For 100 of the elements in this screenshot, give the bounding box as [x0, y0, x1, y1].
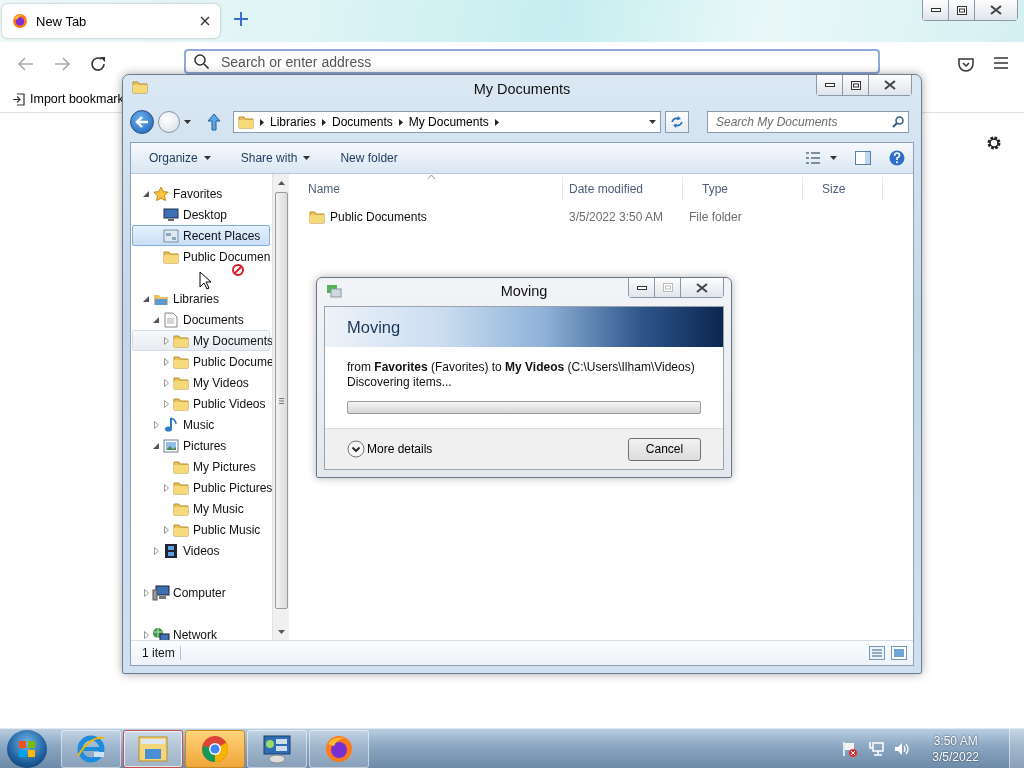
- maximize-button[interactable]: [843, 75, 869, 95]
- close-icon[interactable]: [200, 16, 210, 26]
- tree-item[interactable]: My Documents: [132, 330, 270, 351]
- close-button[interactable]: [869, 75, 911, 95]
- menu-icon[interactable]: [994, 56, 1008, 69]
- up-button[interactable]: [207, 113, 221, 131]
- column-header[interactable]: Date modified: [563, 177, 683, 201]
- tree-item[interactable]: Music: [132, 414, 270, 435]
- scroll-down-icon[interactable]: [277, 629, 285, 634]
- column-header[interactable]: Name: [289, 177, 563, 201]
- caret-icon: [830, 156, 837, 160]
- help-icon[interactable]: [889, 150, 905, 166]
- tree-item[interactable]: Desktop: [132, 204, 270, 225]
- tree-item[interactable]: Public Videos: [132, 393, 270, 414]
- chevron-icon[interactable]: [260, 118, 264, 126]
- collapsed-arrow-icon[interactable]: [163, 525, 169, 534]
- tree-item-label: Libraries: [173, 291, 220, 306]
- network-icon[interactable]: [868, 740, 885, 757]
- collapsed-arrow-icon[interactable]: [143, 630, 149, 639]
- control-panel-icon: [261, 733, 293, 764]
- breadcrumb-item[interactable]: Libraries: [270, 115, 317, 129]
- minimize-button[interactable]: [817, 75, 843, 95]
- collapsed-arrow-icon[interactable]: [163, 357, 169, 366]
- dialog-heading: Moving: [325, 307, 723, 347]
- search-field[interactable]: Search My Documents: [707, 111, 909, 133]
- chevron-icon[interactable]: [322, 118, 327, 126]
- minimize-button[interactable]: [629, 278, 655, 297]
- chevron-icon[interactable]: [494, 118, 499, 126]
- breadcrumb-item[interactable]: Documents: [332, 115, 393, 129]
- collapsed-arrow-icon[interactable]: [143, 588, 149, 597]
- expanded-arrow-icon[interactable]: [143, 295, 149, 302]
- tree-item[interactable]: Pictures: [132, 435, 270, 456]
- tree-item[interactable]: My Music: [132, 498, 270, 519]
- plus-icon[interactable]: [234, 12, 248, 26]
- tree-item[interactable]: Favorites: [132, 183, 270, 204]
- expanded-arrow-icon[interactable]: [153, 442, 159, 449]
- collapsed-arrow-icon[interactable]: [153, 420, 159, 429]
- folder-icon: [309, 210, 325, 224]
- tree-item[interactable]: Public Documen: [132, 246, 270, 267]
- tree-item[interactable]: Videos: [132, 540, 270, 561]
- toolbar-button[interactable]: Share with: [240, 151, 311, 165]
- minimize-button[interactable]: [923, 0, 949, 20]
- close-button[interactable]: [975, 0, 1017, 20]
- more-details-button[interactable]: More details: [347, 440, 433, 458]
- change-view-button[interactable]: [806, 152, 837, 164]
- reload-icon[interactable]: [90, 56, 106, 72]
- tree-item[interactable]: My Pictures: [132, 456, 270, 477]
- tree-item[interactable]: Computer: [132, 582, 270, 603]
- column-header[interactable]: Size: [803, 177, 883, 201]
- preview-pane-icon[interactable]: [855, 151, 871, 165]
- scroll-thumb[interactable]: [274, 192, 288, 609]
- tree-item[interactable]: Recent Places: [132, 225, 270, 246]
- pocket-icon[interactable]: [958, 56, 974, 72]
- taskbar-app-button[interactable]: [185, 729, 245, 768]
- tree-item[interactable]: My Videos: [132, 372, 270, 393]
- collapsed-arrow-icon[interactable]: [163, 336, 169, 345]
- grip-icon: [278, 397, 284, 404]
- folder-icon: [173, 459, 189, 474]
- tree-item[interactable]: Public Music: [132, 519, 270, 540]
- tree-item[interactable]: Public Pictures: [132, 477, 270, 498]
- collapsed-arrow-icon[interactable]: [163, 399, 169, 408]
- large-icons-view-icon[interactable]: [891, 646, 907, 660]
- taskbar-app-button[interactable]: [123, 729, 183, 768]
- back-button[interactable]: [130, 110, 154, 134]
- address-input[interactable]: Search or enter address: [219, 52, 870, 71]
- tree-item[interactable]: Documents: [132, 309, 270, 330]
- close-button[interactable]: [681, 278, 723, 297]
- collapsed-arrow-icon[interactable]: [153, 546, 159, 555]
- import-bookmarks-link[interactable]: Import bookmark: [12, 92, 124, 106]
- move-icon: [326, 284, 342, 298]
- breadcrumb-item[interactable]: My Documents: [408, 115, 489, 129]
- toolbar-button[interactable]: Organize: [149, 151, 211, 165]
- scroll-up-icon[interactable]: [277, 180, 285, 185]
- start-button[interactable]: [7, 729, 47, 768]
- flag-icon[interactable]: [842, 740, 859, 757]
- recent-pages-button[interactable]: [184, 120, 191, 124]
- tree-item[interactable]: Libraries: [132, 288, 270, 309]
- refresh-button[interactable]: [665, 111, 689, 133]
- cancel-button[interactable]: Cancel: [628, 437, 701, 461]
- date-modified-cell-text: 3/5/2022 3:50 AM: [568, 210, 665, 224]
- address-bar[interactable]: Libraries Documents My Documents: [233, 111, 661, 133]
- folder-icon: [173, 480, 189, 495]
- toolbar-button[interactable]: New folder: [340, 151, 398, 165]
- collapsed-arrow-icon[interactable]: [163, 378, 169, 387]
- column-header[interactable]: Type: [683, 177, 803, 201]
- chevron-icon[interactable]: [398, 118, 403, 126]
- details-view-icon[interactable]: [869, 646, 885, 660]
- collapsed-arrow-icon[interactable]: [163, 483, 169, 492]
- expanded-arrow-icon[interactable]: [153, 316, 159, 323]
- browser-tab[interactable]: New Tab: [2, 4, 220, 38]
- file-name-cell[interactable]: Public Documents: [289, 210, 563, 224]
- maximize-button[interactable]: [949, 0, 975, 20]
- caret-icon: [184, 120, 191, 124]
- dropdown-caret-icon: [649, 120, 656, 124]
- expanded-arrow-icon[interactable]: [143, 190, 149, 197]
- settings-icon[interactable]: [986, 135, 1002, 151]
- address-field[interactable]: Search or enter address: [184, 49, 880, 74]
- search-input[interactable]: Search My Documents: [714, 114, 892, 130]
- maximize-icon: [956, 5, 967, 15]
- scrollbar[interactable]: [272, 174, 289, 640]
